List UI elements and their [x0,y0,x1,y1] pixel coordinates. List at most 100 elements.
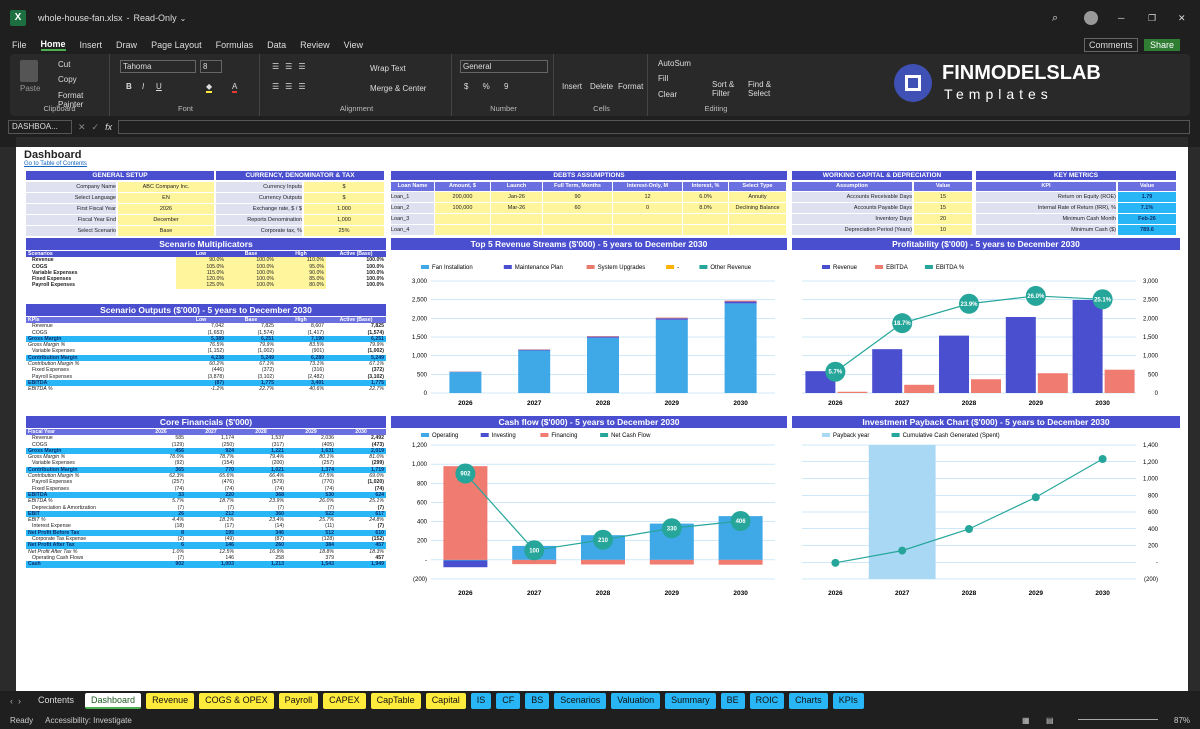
normal-view-icon[interactable]: ▦ [1022,716,1030,725]
y-tick-label: 400 [1148,527,1159,533]
clear-button[interactable]: Clear [658,90,677,99]
paste-button[interactable]: Paste [20,84,40,93]
menu-draw[interactable]: Draw [116,40,137,50]
insert-cells-button[interactable]: Insert [562,82,582,91]
legend-label: - [677,265,679,271]
tab-cf[interactable]: CF [496,693,521,709]
row-headers[interactable] [0,147,16,691]
tab-summary[interactable]: Summary [665,693,716,709]
x-tick-label: 2029 [665,590,680,597]
accessibility-status[interactable]: Accessibility: Investigate [45,716,132,725]
menu-formulas[interactable]: Formulas [216,40,254,50]
font-name-select[interactable]: Tahoma [120,60,196,73]
table-cell: 1,949 [336,561,386,568]
debts-header: DEBTS ASSUMPTIONS [391,171,787,180]
tab-is[interactable]: IS [470,693,492,709]
maximize-icon[interactable]: ❐ [1148,13,1156,24]
tab-scenarios[interactable]: Scenarios [554,693,607,709]
fx-icon[interactable]: fx [105,122,112,132]
tab-charts[interactable]: Charts [789,693,828,709]
debts-col-header: Amount, $ [435,182,490,191]
editing-group: AutoSum Fill Clear Sort & Filter Find & … [650,54,782,116]
chart-revenue-title: Top 5 Revenue Streams ($'000) - 5 years … [391,238,787,250]
tab-revenue[interactable]: Revenue [146,693,195,709]
zoom-level[interactable]: 87% [1174,716,1190,725]
tab-payroll[interactable]: Payroll [278,693,319,709]
tab-dashboard[interactable]: Dashboard [85,693,142,709]
minimize-icon[interactable]: ─ [1118,13,1124,23]
menu-page-layout[interactable]: Page Layout [151,40,202,50]
zoom-slider[interactable] [1078,719,1158,720]
comments-button[interactable]: Comments [1084,38,1138,52]
italic-button[interactable]: I [142,82,144,91]
align-icons-2[interactable]: ☰☰☰ [272,82,312,91]
prev-sheet-icon[interactable]: ‹ [10,696,13,706]
chevron-down-icon[interactable]: ⌄ [180,14,187,23]
menu-data[interactable]: Data [267,40,286,50]
autosum-button[interactable]: AutoSum [658,59,691,68]
ebitda-pct-label: 25.1% [1094,297,1112,303]
copy-button[interactable]: Copy [58,75,77,84]
align-icons[interactable]: ☰☰☰ [272,62,312,71]
fill-color-icon[interactable]: ◆ [206,82,213,93]
debts-cell [491,225,542,235]
share-button[interactable]: Share [1144,39,1181,51]
menu-insert[interactable]: Insert [80,40,103,50]
bar-system-upgrades [724,300,757,302]
cancel-icon[interactable]: ✕ [78,122,86,133]
fill-button[interactable]: Fill [658,74,668,83]
wc-value: 15 [914,192,972,202]
vertical-scrollbar[interactable] [1188,147,1200,691]
worksheet[interactable]: Dashboard Go to Table of Contents GENERA… [16,147,1188,691]
delete-cells-button[interactable]: Delete [590,82,613,91]
table-cell: 100.0% [366,282,384,289]
sheet-tabs: ‹ › Contents Dashboard Revenue COGS & OPEX P… [0,691,1200,711]
toc-link[interactable]: Go to Table of Contents [24,161,87,167]
name-box[interactable]: DASHBOA... [8,120,72,134]
tab-kpis[interactable]: KPIs [832,693,864,709]
tab-valuation[interactable]: Valuation [611,693,661,709]
currency-value: 1,000 [304,215,384,225]
underline-button[interactable]: U [156,82,162,91]
tab-captable[interactable]: CapTable [370,693,421,709]
merge-center-button[interactable]: Merge & Center [370,84,426,93]
bar-maintenance-plan [587,336,619,338]
bar-system-upgrades [655,317,688,319]
column-headers[interactable] [16,137,1188,147]
format-cells-button[interactable]: Format [618,82,643,91]
close-icon[interactable]: ✕ [1178,13,1186,24]
tab-roic[interactable]: ROIC [749,693,785,709]
font-size-select[interactable]: 8 [200,60,222,73]
wrap-text-button[interactable]: Wrap Text [370,64,406,73]
read-only-label[interactable]: Read-Only [134,13,177,23]
avatar[interactable] [1084,11,1098,25]
number-format-select[interactable]: General [460,60,548,73]
tab-be[interactable]: BE [720,693,745,709]
cut-button[interactable]: Cut [58,60,70,69]
kpi-col-header: Value [1118,182,1176,191]
confirm-icon[interactable]: ✓ [92,122,100,133]
y-tick-label: - [425,558,427,564]
next-sheet-icon[interactable]: › [18,696,21,706]
paste-icon[interactable] [20,60,38,82]
page-layout-icon[interactable]: ▤ [1046,716,1054,725]
search-icon[interactable]: ⌕ [1052,12,1058,25]
formula-input[interactable] [118,120,1190,134]
find-select-button[interactable]: Find & Select [748,80,780,98]
tab-capital[interactable]: Capital [425,693,466,709]
y-tick-label: 3,000 [1143,279,1159,285]
menu-file[interactable]: File [12,40,27,50]
tab-contents[interactable]: Contents [32,693,80,709]
currency-format-icon[interactable]: $ % 9 [464,82,514,91]
menu-home[interactable]: Home [40,39,66,51]
bold-button[interactable]: B [126,82,132,91]
font-color-icon[interactable]: A [232,82,238,93]
debts-cell: Loan_4 [391,225,434,235]
menu-view[interactable]: View [344,40,363,50]
tab-capex[interactable]: CAPEX [323,693,366,709]
tab-bs[interactable]: BS [525,693,550,709]
legend-label: EBITDA [886,265,908,271]
tab-cogs-opex[interactable]: COGS & OPEX [199,693,274,709]
sort-filter-button[interactable]: Sort & Filter [712,80,742,98]
menu-review[interactable]: Review [300,40,330,50]
